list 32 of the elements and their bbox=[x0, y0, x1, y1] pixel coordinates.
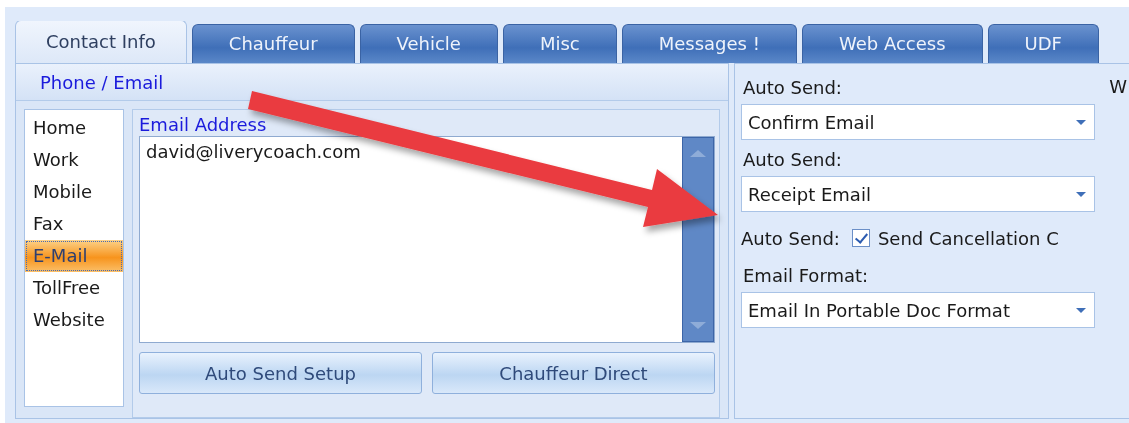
caret-icon[interactable] bbox=[1076, 119, 1086, 125]
list-item[interactable]: Fax bbox=[25, 208, 123, 240]
list-item[interactable]: Home bbox=[25, 112, 123, 144]
checkbox[interactable] bbox=[851, 229, 870, 247]
list-item[interactable]: E-Mail bbox=[25, 240, 123, 272]
dropdown[interactable]: Confirm Email bbox=[741, 104, 1095, 140]
tab[interactable]: UDF bbox=[987, 24, 1099, 63]
tab[interactable]: Contact Info bbox=[15, 21, 187, 63]
tab[interactable]: Vehicle bbox=[359, 24, 498, 63]
field-label: Email Address bbox=[139, 114, 267, 136]
field-label: Email Format: bbox=[743, 264, 869, 288]
action-button[interactable]: Chauffeur Direct bbox=[432, 352, 715, 394]
field-label: Auto Send: bbox=[741, 227, 840, 249]
dropdown[interactable]: Email In Portable Doc Format bbox=[741, 292, 1095, 328]
tab[interactable]: Misc bbox=[502, 24, 617, 63]
field-label: W bbox=[1109, 76, 1127, 97]
list-item[interactable]: Mobile bbox=[25, 176, 123, 208]
caret-icon[interactable] bbox=[1076, 307, 1086, 313]
action-button[interactable]: Auto Send Setup bbox=[139, 352, 422, 394]
field-label: Auto Send: bbox=[743, 148, 842, 172]
list-item[interactable]: Website bbox=[25, 304, 123, 336]
list-item[interactable]: Work bbox=[25, 144, 123, 176]
tab[interactable]: Messages ! bbox=[621, 24, 797, 63]
group-title: Phone / Email bbox=[40, 71, 164, 93]
tab[interactable]: Chauffeur bbox=[191, 24, 355, 63]
email-field[interactable]: david@liverycoach.com bbox=[139, 136, 715, 343]
list-item[interactable]: TollFree bbox=[25, 272, 123, 304]
dropdown[interactable]: Receipt Email bbox=[741, 176, 1095, 212]
checkbox-label[interactable]: Send Cancellation C bbox=[877, 227, 1059, 249]
caret-icon[interactable] bbox=[1076, 191, 1086, 197]
field-label: Auto Send: bbox=[743, 76, 842, 100]
tab[interactable]: Web Access bbox=[801, 24, 983, 63]
